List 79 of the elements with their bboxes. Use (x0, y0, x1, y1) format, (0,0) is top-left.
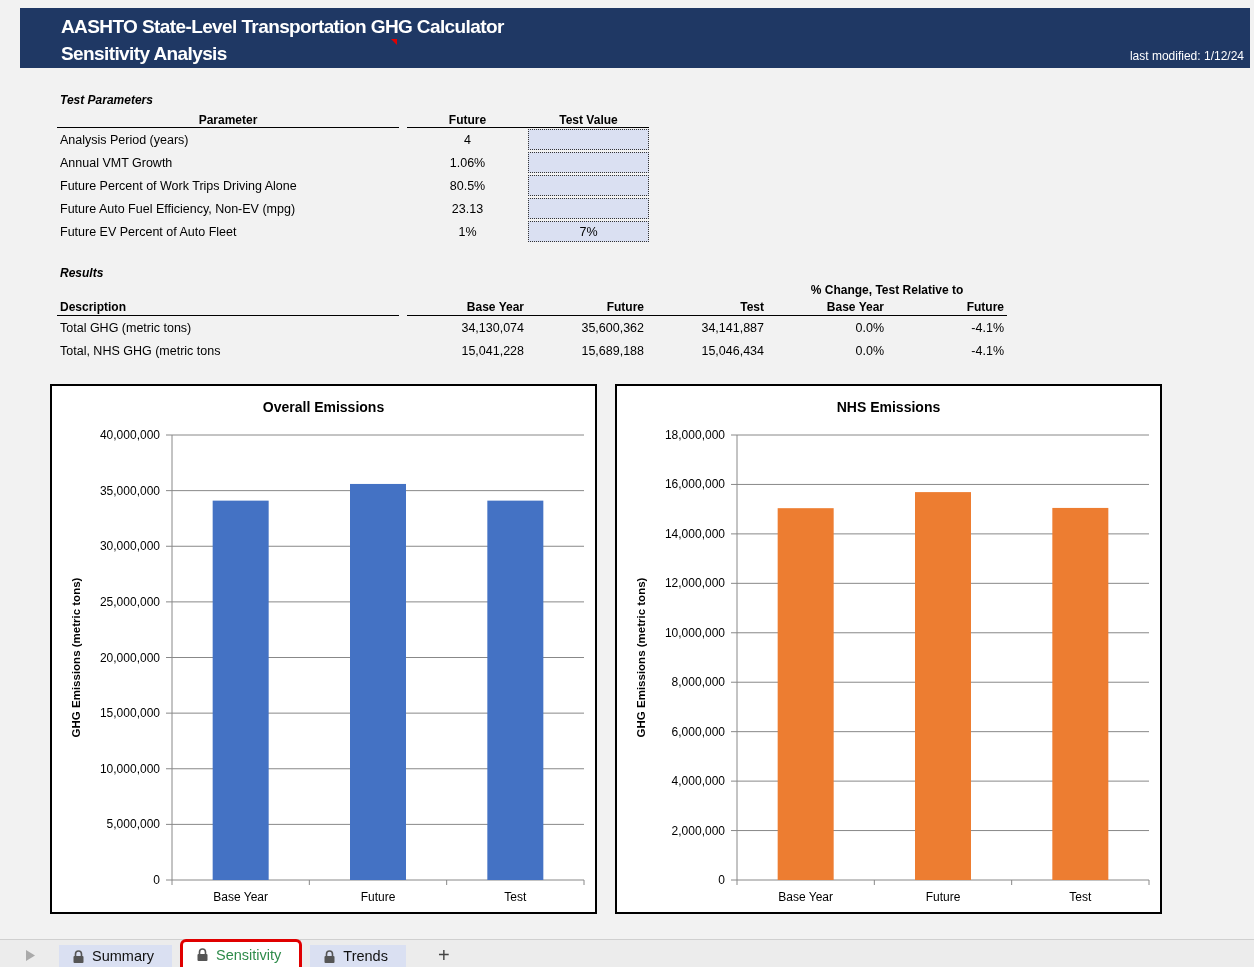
category-label: Future (925, 890, 961, 904)
table-cell: 0.0% (855, 320, 884, 335)
axis-tick-label: 6,000,000 (671, 724, 725, 739)
axis-tick-label: 40,000,000 (99, 428, 160, 442)
column-header: Base Year (407, 300, 527, 316)
axis-title: GHG Emissions (metric tons) (635, 577, 647, 738)
test-value-field[interactable]: 7% (528, 221, 649, 242)
axis-tick-label: 16,000,000 (664, 477, 725, 492)
axis-tick-label: 30,000,000 (99, 539, 160, 554)
category-label: Future (360, 890, 396, 904)
axis-title: GHG Emissions (metric tons) (70, 577, 82, 738)
column-header: Base Year (767, 300, 887, 316)
axis-tick-label: 18,000,000 (664, 428, 725, 442)
column-header: Test Value (528, 112, 649, 128)
category-label: Base Year (778, 890, 834, 904)
lock-icon (73, 949, 84, 963)
chart-title: NHS Emissions (836, 399, 941, 415)
column-header: Future (887, 300, 1007, 316)
category-label: Test (504, 890, 527, 904)
axis-tick-label: 15,000,000 (99, 706, 160, 721)
table-cell: 0.0% (855, 343, 884, 358)
sheet-tab[interactable]: Summary (59, 945, 173, 967)
axis-tick-label: 12,000,000 (664, 576, 725, 591)
test-value-field[interactable] (528, 152, 649, 173)
table-cell: 1% (458, 224, 477, 239)
table-cell: 15,041,228 (461, 343, 524, 358)
table-cell: 34,130,074 (461, 320, 524, 335)
table-cell: -4.1% (971, 343, 1004, 358)
table-cell: 15,689,188 (581, 343, 644, 358)
column-header: Future (407, 112, 528, 128)
axis-tick-label: 0 (153, 873, 160, 887)
table-cell: Total, NHS GHG (metric tons (60, 343, 221, 358)
column-header: Test (647, 300, 767, 316)
axis-tick-label: 10,000,000 (99, 761, 160, 776)
axis-tick-label: 0 (718, 873, 725, 887)
table-cell: 23.13 (451, 201, 484, 216)
column-header: Description (57, 300, 399, 316)
table-cell: -4.1% (971, 320, 1004, 335)
column-header: Parameter (57, 112, 399, 128)
axis-tick-label: 20,000,000 (99, 650, 160, 665)
axis-tick-label: 2,000,000 (671, 823, 725, 838)
parameter-label: Future Percent of Work Trips Driving Alone (60, 178, 297, 193)
parameter-label: Future EV Percent of Auto Fleet (60, 224, 237, 239)
axis-tick-label: 14,000,000 (664, 526, 725, 541)
parameter-label: Future Auto Fuel Efficiency, Non-EV (mpg) (60, 201, 296, 216)
test-value-field[interactable] (528, 129, 649, 150)
table-cell: 80.5% (449, 178, 486, 193)
table-cell: 4 (464, 132, 471, 147)
section-heading: Results (60, 266, 104, 280)
table-cell: 1.06% (449, 155, 486, 170)
last-modified-text: last modified: 1/12/24 (1129, 49, 1244, 65)
axis-tick-label: 5,000,000 (106, 817, 160, 832)
table-cell: 34,141,887 (701, 320, 764, 335)
table-cell: Total GHG (metric tons) (60, 320, 192, 335)
chart-title: Overall Emissions (262, 399, 385, 415)
axis-tick-label: 4,000,000 (671, 774, 725, 789)
category-label: Test (1069, 890, 1092, 904)
section-heading: Test Parameters (60, 93, 153, 107)
add-sheet-button[interactable]: + (423, 943, 464, 967)
comment-marker-icon (391, 39, 397, 45)
lock-icon (324, 949, 336, 963)
table-cell: 35,600,362 (581, 320, 644, 335)
axis-tick-label: 8,000,000 (671, 675, 725, 690)
category-label: Base Year (213, 890, 269, 904)
lock-icon (197, 948, 209, 961)
column-group-header: % Change, Test Relative to (810, 283, 964, 297)
sheet-tab[interactable]: Sensitivity (180, 939, 303, 967)
axis-tick-label: 10,000,000 (664, 625, 725, 640)
parameter-label: Analysis Period (years) (60, 132, 189, 147)
sheet-title: AASHTO State-Level Transportation GHG Calculator (61, 16, 504, 38)
column-header: Future (527, 300, 647, 316)
axis-tick-label: 25,000,000 (99, 594, 160, 609)
sheet-subtitle: Sensitivity Analysis (61, 43, 228, 65)
table-cell: 15,046,434 (701, 343, 764, 358)
axis-tick-label: 35,000,000 (99, 483, 160, 498)
parameter-label: Annual VMT Growth (60, 155, 173, 170)
sheet-tab[interactable]: Trends (310, 945, 406, 967)
test-value-field[interactable] (528, 175, 649, 196)
test-value-field[interactable] (528, 198, 649, 219)
